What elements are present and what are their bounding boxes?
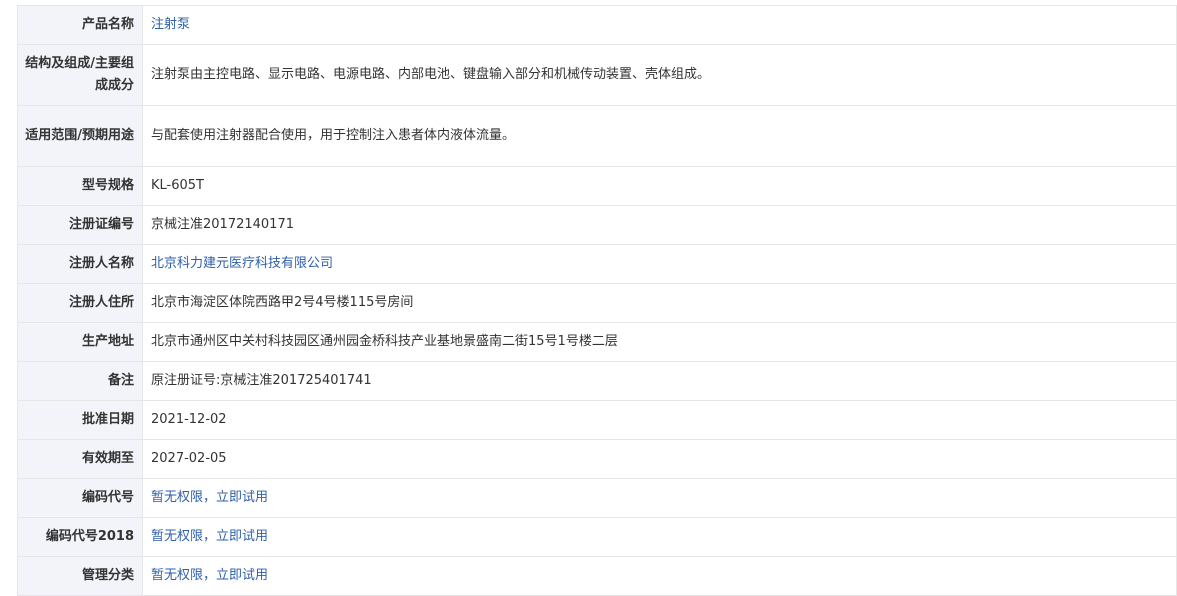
row-expiry-date: 有效期至 2027-02-05 (17, 439, 1177, 479)
registration-number-value: 京械注准20172140171 (142, 205, 1177, 245)
approval-date-label: 批准日期 (17, 400, 143, 440)
structure-value: 注射泵由主控电路、显示电路、电源电路、内部电池、键盘输入部分和机械传动装置、壳体… (142, 44, 1177, 106)
row-registrant-address: 注册人住所 北京市海淀区体院西路甲2号4号楼115号房间 (17, 283, 1177, 323)
registrant-address-label: 注册人住所 (17, 283, 143, 323)
row-remarks: 备注 原注册证号:京械注准201725401741 (17, 361, 1177, 401)
structure-label: 结构及组成/主要组成成分 (17, 44, 143, 106)
management-class-label: 管理分类 (17, 556, 143, 596)
code-2018-label: 编码代号2018 (17, 517, 143, 557)
row-model: 型号规格 KL-605T (17, 166, 1177, 206)
remarks-value: 原注册证号:京械注准201725401741 (142, 361, 1177, 401)
production-address-label: 生产地址 (17, 322, 143, 362)
approval-date-value: 2021-12-02 (142, 400, 1177, 440)
model-value: KL-605T (142, 166, 1177, 206)
product-name-label: 产品名称 (17, 5, 143, 45)
row-code-2018: 编码代号2018 暂无权限，立即试用 (17, 517, 1177, 557)
row-approval-date: 批准日期 2021-12-02 (17, 400, 1177, 440)
row-management-class: 管理分类 暂无权限，立即试用 (17, 556, 1177, 596)
remarks-label: 备注 (17, 361, 143, 401)
expiry-date-value: 2027-02-05 (142, 439, 1177, 479)
intended-use-label: 适用范围/预期用途 (17, 105, 143, 167)
registration-number-label: 注册证编号 (17, 205, 143, 245)
registrant-name-link[interactable]: 北京科力建元医疗科技有限公司 (142, 244, 1177, 284)
registrant-address-value: 北京市海淀区体院西路甲2号4号楼115号房间 (142, 283, 1177, 323)
row-production-address: 生产地址 北京市通州区中关村科技园区通州园金桥科技产业基地景盛南二街15号1号楼… (17, 322, 1177, 362)
registrant-name-label: 注册人名称 (17, 244, 143, 284)
management-class-trial-link[interactable]: 暂无权限，立即试用 (142, 556, 1177, 596)
row-code: 编码代号 暂无权限，立即试用 (17, 478, 1177, 518)
row-registration-number: 注册证编号 京械注准20172140171 (17, 205, 1177, 245)
code-label: 编码代号 (17, 478, 143, 518)
intended-use-value: 与配套使用注射器配合使用，用于控制注入患者体内液体流量。 (142, 105, 1177, 167)
row-product-name: 产品名称 注射泵 (17, 5, 1177, 45)
model-label: 型号规格 (17, 166, 143, 206)
product-name-link[interactable]: 注射泵 (142, 5, 1177, 45)
production-address-value: 北京市通州区中关村科技园区通州园金桥科技产业基地景盛南二街15号1号楼二层 (142, 322, 1177, 362)
code-trial-link[interactable]: 暂无权限，立即试用 (142, 478, 1177, 518)
row-registrant-name: 注册人名称 北京科力建元医疗科技有限公司 (17, 244, 1177, 284)
product-detail-table: 产品名称 注射泵 结构及组成/主要组成成分 注射泵由主控电路、显示电路、电源电路… (17, 5, 1177, 596)
row-intended-use: 适用范围/预期用途 与配套使用注射器配合使用，用于控制注入患者体内液体流量。 (17, 105, 1177, 167)
code-2018-trial-link[interactable]: 暂无权限，立即试用 (142, 517, 1177, 557)
row-structure: 结构及组成/主要组成成分 注射泵由主控电路、显示电路、电源电路、内部电池、键盘输… (17, 44, 1177, 106)
expiry-date-label: 有效期至 (17, 439, 143, 479)
